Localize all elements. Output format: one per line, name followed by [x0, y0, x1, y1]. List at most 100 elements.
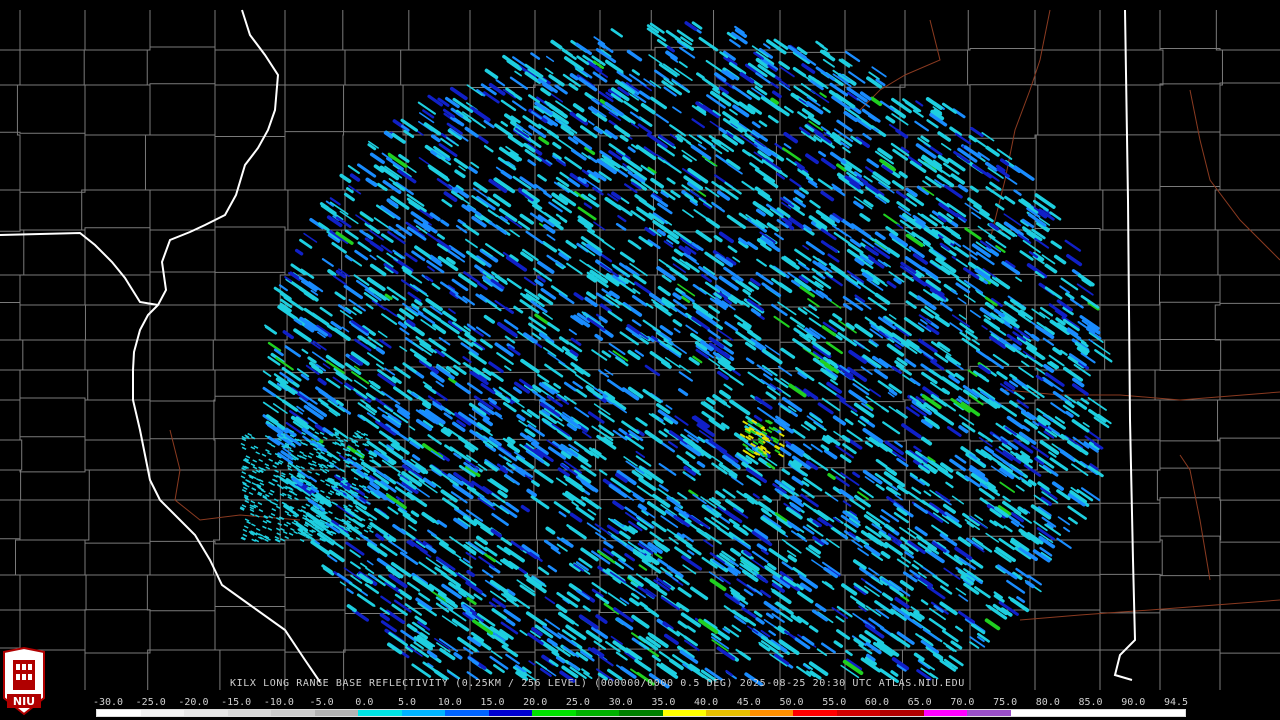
- echo-streak: [886, 247, 900, 258]
- echo-streak: [397, 169, 417, 184]
- echo-streak: [331, 460, 337, 464]
- echo-streak: [448, 308, 456, 315]
- echo-streak: [369, 152, 385, 164]
- echo-streak: [824, 448, 838, 460]
- echo-streak: [970, 126, 984, 138]
- echo-streak: [969, 135, 987, 148]
- colorbar-segment: [227, 710, 272, 716]
- county-line: [81, 10, 90, 690]
- echo-streak: [380, 620, 398, 633]
- echo-streak: [462, 356, 472, 364]
- echo-streak: [282, 502, 287, 506]
- echo-streak: [701, 273, 712, 283]
- echo-streak: [669, 658, 684, 670]
- echo-streak: [882, 592, 894, 602]
- echo-streak: [802, 244, 810, 251]
- echo-streak: [575, 42, 592, 56]
- echo-streak: [996, 371, 1008, 380]
- echo-streak: [466, 597, 477, 606]
- echo-streak: [677, 492, 688, 500]
- echo-streak: [354, 443, 360, 448]
- echo-streak: [1003, 525, 1013, 533]
- echo-streak: [761, 348, 783, 365]
- county-line: [212, 10, 221, 690]
- echo-streak: [301, 505, 307, 509]
- echo-streak: [441, 350, 461, 366]
- echo-streak: [816, 648, 828, 657]
- echo-streak: [822, 106, 831, 114]
- echo-streak: [673, 327, 681, 334]
- echo-streak: [627, 146, 636, 153]
- echo-streak: [586, 522, 602, 533]
- echo-streak: [307, 455, 313, 459]
- echo-streak: [1082, 422, 1090, 428]
- echo-streak: [544, 67, 554, 75]
- echo-streak: [267, 441, 272, 446]
- echo-streak: [930, 381, 947, 394]
- echo-streak: [545, 338, 565, 353]
- echo-streak: [371, 459, 382, 468]
- echo-streak: [319, 306, 333, 317]
- echo-streak: [946, 425, 962, 437]
- echo-streak: [257, 486, 263, 490]
- echo-streak: [662, 159, 682, 174]
- echo-streak: [1006, 415, 1025, 430]
- echo-streak: [913, 503, 929, 514]
- echo-streak: [787, 554, 798, 563]
- echo-streak: [601, 240, 616, 251]
- echo-streak: [642, 319, 661, 333]
- echo-streak: [366, 560, 374, 566]
- colorbar-segment: [488, 710, 533, 716]
- scale-tick-label: 75.0: [993, 697, 1018, 708]
- scale-tick-label: 10.0: [437, 697, 462, 708]
- echo-streak: [639, 601, 648, 609]
- echo-streak: [449, 86, 468, 101]
- echo-streak: [624, 553, 636, 562]
- echo-streak: [258, 508, 264, 513]
- echo-streak: [957, 297, 967, 305]
- echo-streak: [384, 367, 396, 376]
- echo-streak: [497, 489, 508, 499]
- echo-streak: [686, 625, 696, 633]
- echo-streak: [595, 614, 608, 624]
- echo-streak: [394, 593, 403, 600]
- echo-streak: [1015, 276, 1022, 282]
- echo-streak: [1076, 401, 1088, 410]
- echo-streak: [696, 72, 705, 80]
- echo-streak: [933, 410, 955, 426]
- echo-streak: [242, 486, 248, 490]
- echo-streak: [377, 330, 388, 338]
- echo-streak: [619, 251, 635, 263]
- echo-streak: [546, 129, 560, 140]
- echo-streak: [533, 183, 547, 194]
- echo-streak: [509, 229, 521, 238]
- echo-streak: [801, 108, 815, 118]
- echo-streak: [981, 324, 988, 331]
- echo-streak: [550, 285, 568, 298]
- echo-streak: [1044, 263, 1058, 274]
- echo-streak: [797, 590, 814, 604]
- echo-streak: [275, 527, 281, 531]
- echo-streak: [369, 529, 374, 534]
- echo-streak: [714, 72, 727, 82]
- echo-streak: [458, 273, 478, 288]
- echo-streak: [250, 500, 256, 504]
- echo-streak: [658, 430, 668, 438]
- echo-streak: [931, 524, 949, 538]
- echo-streak: [301, 431, 306, 436]
- echo-streak: [845, 650, 853, 657]
- echo-streak: [955, 258, 968, 268]
- echo-streak: [517, 220, 531, 231]
- echo-streak: [255, 478, 261, 482]
- scale-tick-label: -30.0: [92, 697, 124, 708]
- echo-streak: [385, 609, 406, 625]
- echo-streak: [711, 180, 726, 192]
- echo-streak: [644, 606, 660, 618]
- echo-streak: [985, 145, 1000, 157]
- echo-streak: [885, 115, 896, 124]
- echo-streak: [886, 280, 897, 289]
- echo-streak: [894, 494, 903, 501]
- echo-streak: [742, 149, 752, 157]
- echo-streak: [1052, 347, 1063, 356]
- echo-streak: [290, 527, 295, 532]
